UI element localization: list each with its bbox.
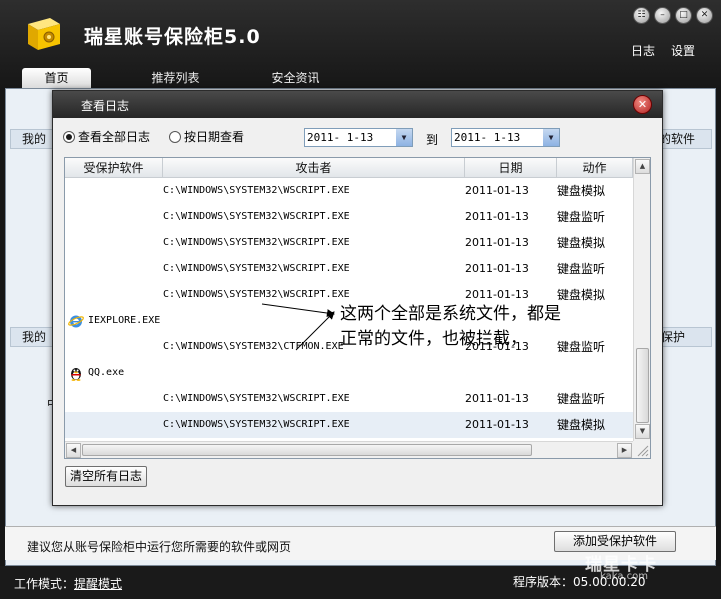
radio-date-dot[interactable] (169, 130, 181, 143)
radio-date-label: 按日期查看 (184, 130, 245, 144)
scroll-left-icon[interactable]: ◀ (66, 443, 81, 458)
action-cell: 键盘模拟 (557, 184, 606, 198)
date-cell: 2011-01-13 (465, 418, 529, 431)
radio-by-date[interactable]: 按日期查看 (169, 128, 244, 145)
action-cell: 键盘监听 (557, 392, 606, 406)
annotation-line-1: 这两个全部是系统文件，都是 (340, 304, 561, 324)
table-row[interactable]: C:\WINDOWS\SYSTEM32\WSCRIPT.EXE 2011-01-… (65, 412, 633, 438)
date-cell: 2011-01-13 (465, 262, 529, 275)
app-name: QQ.exe (88, 367, 125, 378)
scroll-up-icon[interactable]: ▲ (635, 159, 650, 174)
attacker-cell: C:\WINDOWS\SYSTEM32\WSCRIPT.EXE (163, 237, 350, 248)
table-row[interactable]: C:\WINDOWS\SYSTEM32\WSCRIPT.EXE 2011-01-… (65, 230, 633, 256)
app-name: IEXPLORE.EXE (88, 315, 161, 326)
suggestion-text: 建议您从账号保险柜中运行您所需要的软件或网页 (27, 540, 292, 554)
attacker-cell: C:\WINDOWS\SYSTEM32\WSCRIPT.EXE (163, 185, 350, 196)
col-protected-software[interactable]: 受保护软件 (65, 158, 163, 178)
log-link[interactable]: 日志 (631, 42, 655, 59)
resize-grip-icon[interactable] (633, 441, 650, 458)
radio-all-dot[interactable] (63, 130, 75, 143)
attacker-cell: C:\WINDOWS\SYSTEM32\WSCRIPT.EXE (163, 393, 350, 404)
tab-home[interactable]: 首页 (22, 68, 91, 88)
app-title: 瑞星账号保险柜5.0 (84, 26, 261, 48)
attacker-cell: C:\WINDOWS\SYSTEM32\WSCRIPT.EXE (163, 211, 350, 222)
close-icon[interactable]: ✕ (696, 7, 713, 24)
date-from-select[interactable]: 2011- 1-13 ▼ (304, 128, 413, 147)
safe-logo-icon (28, 18, 60, 50)
maximize-icon[interactable]: □ (675, 7, 692, 24)
action-cell: 键盘监听 (557, 262, 606, 276)
date-to-value: 2011- 1-13 (454, 131, 521, 144)
settings-link[interactable]: 设置 (671, 42, 695, 59)
work-mode-label: 工作模式： (14, 577, 75, 591)
attacker-cell: C:\WINDOWS\SYSTEM32\CTFMON.EXE (163, 341, 344, 352)
work-mode-link[interactable]: 提醒模式 (74, 577, 122, 591)
table-row[interactable]: C:\WINDOWS\SYSTEM32\WSCRIPT.EXE 2011-01-… (65, 256, 633, 282)
attacker-cell: C:\WINDOWS\SYSTEM32\WSCRIPT.EXE (163, 263, 350, 274)
tab-recommend-list[interactable]: 推荐列表 (138, 68, 213, 88)
view-log-dialog: 查看日志 ✕ 查看全部日志 按日期查看 2011- 1-13 ▼ 到 2011-… (52, 90, 663, 506)
date-cell: 2011-01-13 (465, 184, 529, 197)
date-from-value: 2011- 1-13 (307, 131, 374, 144)
section2-right-text: 保护 (660, 330, 685, 344)
vertical-scrollbar[interactable]: ▲ ▼ (633, 158, 650, 441)
horizontal-scroll-thumb[interactable] (82, 444, 532, 456)
col-action[interactable]: 动作 (557, 158, 633, 178)
date-from-dropdown-icon[interactable]: ▼ (396, 129, 412, 146)
col-date[interactable]: 日期 (465, 158, 557, 178)
date-to-dropdown-icon[interactable]: ▼ (543, 129, 559, 146)
nav-tabs: 首页 推荐列表 安全资讯 (0, 68, 721, 88)
date-to-select[interactable]: 2011- 1-13 ▼ (451, 128, 560, 147)
minimize-icon[interactable]: – (654, 7, 671, 24)
date-cell: 2011-01-13 (465, 236, 529, 249)
action-cell: 键盘模拟 (557, 236, 606, 250)
table-row[interactable]: C:\WINDOWS\SYSTEM32\WSCRIPT.EXE 2011-01-… (65, 204, 633, 230)
annotation-line-2: 正常的文件，也被拦截， (340, 329, 527, 349)
watermark-site: kaka.com (600, 571, 649, 582)
date-cell: 2011-01-13 (465, 210, 529, 223)
attacker-cell: C:\WINDOWS\SYSTEM32\WSCRIPT.EXE (163, 289, 350, 300)
app-cell: QQ.exe (68, 360, 124, 386)
clear-all-logs-button[interactable]: 清空所有日志 (65, 466, 147, 487)
col-attacker[interactable]: 攻击者 (163, 158, 465, 178)
vertical-scroll-thumb[interactable] (636, 348, 649, 423)
action-cell: 键盘模拟 (557, 418, 606, 432)
dialog-title: 查看日志 (81, 99, 130, 113)
scroll-right-icon[interactable]: ▶ (617, 443, 632, 458)
action-cell: 键盘监听 (557, 210, 606, 224)
section1-left-text: 我的 (22, 132, 47, 146)
app-header: 瑞星账号保险柜5.0 ☷ – □ ✕ 日志 设置 (0, 0, 721, 68)
attacker-cell: C:\WINDOWS\SYSTEM32\WSCRIPT.EXE (163, 419, 350, 430)
radio-all-label: 查看全部日志 (78, 130, 151, 144)
ie-icon (68, 315, 84, 328)
main-window: 瑞星账号保险柜5.0 ☷ – □ ✕ 日志 设置 首页 推荐列表 安全资讯 我的… (0, 0, 721, 599)
section1-right-text: 的软件 (658, 132, 695, 146)
table-row[interactable]: C:\WINDOWS\SYSTEM32\WSCRIPT.EXE 2011-01-… (65, 178, 633, 204)
restore-icon[interactable]: ☷ (633, 7, 650, 24)
tab-security-news[interactable]: 安全资讯 (258, 68, 333, 88)
annotation-note: 这两个全部是系统文件，都是 正常的文件，也被拦截， (340, 302, 600, 352)
dialog-close-icon[interactable]: ✕ (633, 95, 652, 114)
app-cell: IEXPLORE.EXE (68, 308, 160, 334)
radio-view-all[interactable]: 查看全部日志 (63, 128, 150, 145)
date-cell: 2011-01-13 (465, 392, 529, 405)
table-row[interactable]: QQ.exe (65, 360, 633, 386)
table-row[interactable]: C:\WINDOWS\SYSTEM32\WSCRIPT.EXE 2011-01-… (65, 386, 633, 412)
qq-penguin-icon (71, 368, 81, 381)
horizontal-scrollbar[interactable]: ◀ ▶ (65, 441, 635, 458)
header-links: 日志 设置 (631, 42, 695, 59)
section2-left-text: 我的 (22, 330, 47, 344)
dialog-titlebar: 查看日志 ✕ (53, 91, 662, 118)
add-protected-software-button[interactable]: 添加受保护软件 (554, 531, 676, 552)
work-mode: 工作模式：提醒模式 (14, 575, 122, 592)
to-label: 到 (426, 133, 439, 147)
window-controls: ☷ – □ ✕ (633, 7, 713, 24)
scroll-down-icon[interactable]: ▼ (635, 424, 650, 439)
